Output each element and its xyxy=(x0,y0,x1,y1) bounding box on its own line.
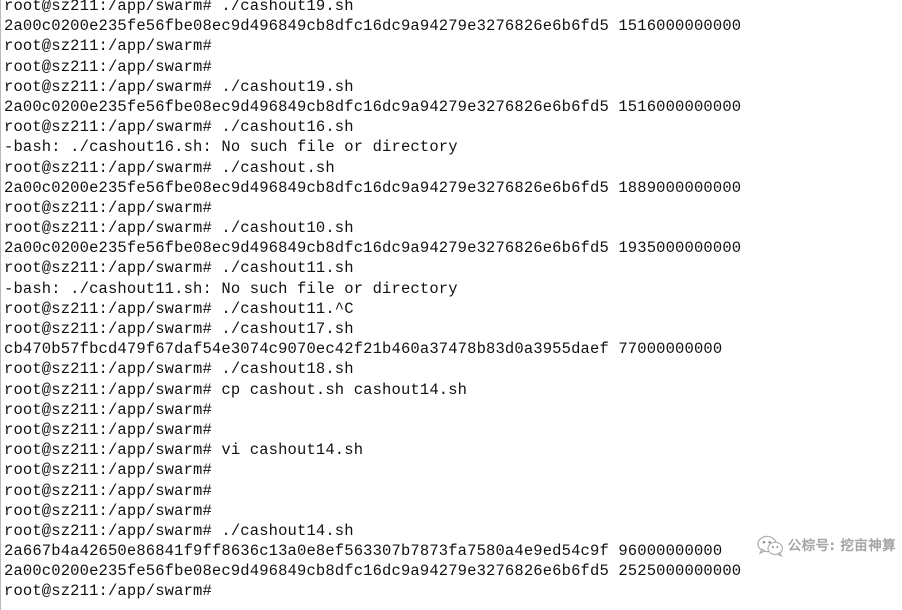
terminal-line: root@sz211:/app/swarm# ./cashout19.sh xyxy=(4,77,354,96)
terminal-line: root@sz211:/app/swarm# ./cashout11.sh xyxy=(4,259,354,278)
terminal-line: root@sz211:/app/swarm# ./cashout17.sh xyxy=(4,320,354,338)
terminal-line: -bash: ./cashout11.sh: No such file or d… xyxy=(4,279,458,298)
terminal-line: root@sz211:/app/swarm# ./cashout19.sh xyxy=(4,0,354,15)
terminal-line: root@sz211:/app/swarm# ./cashout16.sh xyxy=(4,118,354,137)
terminal-window[interactable]: root@sz211:/app/swarm# ./cashout19.sh 2a0… xyxy=(0,0,902,610)
terminal-line: root@sz211:/app/swarm# xyxy=(4,582,212,601)
terminal-line: 2a00c0200e235fe56fbe08ec9d496849cb8dfc16… xyxy=(4,178,742,197)
terminal-line: cb470b57fbcd479f67daf54e3074c9070ec42f21… xyxy=(4,340,723,359)
terminal-line: root@sz211:/app/swarm# ./cashout11.^C xyxy=(4,299,354,318)
terminal-line: root@sz211:/app/swarm# vi cashout14.sh xyxy=(4,441,364,460)
terminal-line: 2a00c0200e235fe56fbe08ec9d496849cb8dfc16… xyxy=(4,562,742,581)
terminal-line: root@sz211:/app/swarm# xyxy=(4,400,212,419)
terminal-line: 2a00c0200e235fe56fbe08ec9d496849cb8dfc16… xyxy=(4,239,742,258)
terminal-line: 2a00c0200e235fe56fbe08ec9d496849cb8dfc16… xyxy=(4,97,742,116)
terminal-line: -bash: ./cashout16.sh: No such file or d… xyxy=(4,138,458,157)
terminal-line: root@sz211:/app/swarm# ./cashout18.sh xyxy=(4,360,354,379)
terminal-line: root@sz211:/app/swarm# ./cashout10.sh xyxy=(4,219,354,238)
terminal-line: root@sz211:/app/swarm# xyxy=(4,57,212,76)
terminal-line: root@sz211:/app/swarm# ./cashout.sh xyxy=(4,158,335,177)
terminal-line: root@sz211:/app/swarm# xyxy=(4,198,212,217)
terminal-line: root@sz211:/app/swarm# xyxy=(4,37,212,56)
terminal-line: root@sz211:/app/swarm# xyxy=(4,420,212,439)
terminal-line: root@sz211:/app/swarm# xyxy=(4,501,212,520)
terminal-line: root@sz211:/app/swarm# ./cashout14.sh xyxy=(4,521,354,540)
terminal-line: root@sz211:/app/swarm# cp cashout.sh cas… xyxy=(4,380,468,399)
terminal-line: root@sz211:/app/swarm# xyxy=(4,481,212,500)
terminal-line: 2a667b4a42650e86841f9ff8636c13a0e8ef5633… xyxy=(4,542,723,561)
terminal-line: 2a00c0200e235fe56fbe08ec9d496849cb8dfc16… xyxy=(4,17,742,36)
terminal-line: root@sz211:/app/swarm# xyxy=(4,461,212,480)
terminal-output[interactable]: root@sz211:/app/swarm# ./cashout19.sh 2a0… xyxy=(4,0,902,602)
